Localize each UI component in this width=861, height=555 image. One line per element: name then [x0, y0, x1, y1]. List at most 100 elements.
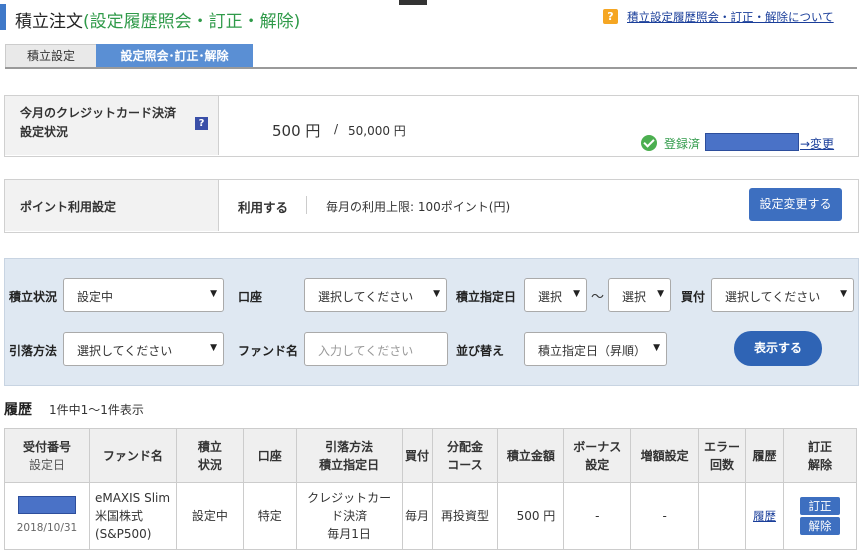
history-count: 1件中1〜1件表示 [49, 403, 144, 417]
date-from-select[interactable]: 選択 ▼ [524, 278, 587, 312]
table-header-row: 受付番号 設定日 ファンド名 積立 状況 口座 引落方法 積立指定日 買付 分配金 コー… [4, 428, 858, 483]
page-title: 積立注文(設定履歴照会・訂正・解除) [15, 7, 300, 32]
account-filter-label: 口座 [238, 290, 263, 304]
status-select[interactable]: 設定中 ▼ [63, 278, 224, 312]
cell-increase: - [630, 482, 700, 550]
sort-select[interactable]: 積立指定日（昇順） ▼ [524, 332, 667, 366]
title-accent-bar [0, 4, 6, 30]
credit-card-label-line1: 今月のクレジットカード決済 [20, 106, 177, 120]
col-status: 積立 状況 [175, 428, 244, 483]
tab-underline [5, 67, 857, 69]
col-error-line2: 回数 [710, 457, 735, 472]
sort-select-value: 積立指定日（昇順） [538, 344, 647, 358]
change-points-button[interactable]: 設定変更する [749, 188, 842, 221]
col-bonus: ボーナス 設定 [563, 428, 632, 483]
col-method-line1: 引落方法 [325, 439, 374, 454]
col-distribution: 分配金 コース [431, 428, 499, 483]
chevron-down-icon: ▼ [657, 289, 664, 299]
account-select[interactable]: 選択してください ▼ [304, 278, 447, 312]
cell-status: 設定中 [175, 482, 244, 550]
cell-history: 履歴 [745, 482, 784, 550]
help-icon: ? [603, 9, 618, 24]
chevron-down-icon: ▼ [210, 289, 217, 299]
show-button[interactable]: 表示する [734, 331, 822, 366]
cell-bonus: - [563, 482, 632, 550]
fund-name-input[interactable]: 入力してください [304, 332, 448, 366]
date-range-tilde: 〜 [591, 290, 605, 305]
col-fund: ファンド名 [88, 428, 177, 483]
points-label: ポイント利用設定 [20, 200, 117, 214]
cell-receipt: 2018/10/31 [4, 482, 90, 550]
col-edit-line2: 解除 [807, 457, 832, 472]
buy-select-value: 選択してください [725, 290, 821, 304]
cell-method: クレジットカー ド決済 毎月1日 [295, 482, 403, 550]
points-use-status: 利用する [238, 200, 289, 215]
cell-error [698, 482, 747, 550]
cell-amount: 500 円 [497, 482, 565, 550]
fund-name-line3: (S&P500) [94, 527, 152, 541]
status-filter-label: 積立状況 [9, 290, 58, 304]
col-bonus-line1: ボーナス [573, 439, 622, 454]
col-amount: 積立金額 [497, 428, 565, 483]
col-status-line1: 積立 [197, 439, 222, 454]
col-bonus-line2: 設定 [585, 457, 610, 472]
redacted-receipt-number [17, 495, 76, 514]
method-line3: 毎月1日 [327, 527, 371, 541]
fund-name-line1: eMAXIS Slim [94, 491, 171, 505]
edit-button[interactable]: 訂正 [799, 497, 840, 515]
page-title-main: 積立注文 [15, 12, 83, 32]
history-title: 履歴 [4, 402, 32, 418]
table-row: 2018/10/31 eMAXIS Slim 米国株式 (S&P500) 設定中… [4, 482, 858, 550]
col-method: 引落方法 積立指定日 [295, 428, 403, 483]
cancel-button[interactable]: 解除 [799, 517, 840, 535]
cell-account: 特定 [242, 482, 297, 550]
col-error: エラー 回数 [698, 428, 747, 483]
chevron-down-icon: ▼ [433, 289, 440, 299]
fund-name-line2: 米国株式 [94, 509, 143, 523]
col-dist-line2: コース [447, 457, 483, 472]
col-error-line1: エラー [704, 439, 741, 454]
chevron-down-icon: ▼ [573, 289, 580, 299]
chevron-down-icon: ▼ [840, 289, 847, 299]
date-filter-label: 積立指定日 [456, 290, 517, 304]
question-icon[interactable]: ? [195, 117, 208, 130]
registration-status: 登録済 [664, 137, 701, 151]
credit-card-label: 今月のクレジットカード決済 設定状況 [20, 104, 176, 142]
fund-name-placeholder: 入力してください [318, 344, 414, 358]
points-divider [306, 196, 307, 214]
tab-tsumitate-settei[interactable]: 積立設定 [5, 44, 97, 68]
col-method-line2: 積立指定日 [319, 457, 380, 472]
date-to-select[interactable]: 選択 ▼ [608, 278, 671, 312]
page-title-sub: (設定履歴照会・訂正・解除) [83, 12, 301, 32]
col-buy: 買付 [401, 428, 433, 483]
amount-separator: / [334, 122, 339, 136]
method-select-value: 選択してください [77, 344, 173, 358]
history-link[interactable]: 履歴 [753, 509, 776, 523]
chevron-down-icon: ▼ [210, 343, 217, 353]
col-setdate-label: 設定日 [28, 457, 65, 472]
buy-select[interactable]: 選択してください ▼ [711, 278, 854, 312]
tab-settei-shokai[interactable]: 設定照会･訂正･解除 [96, 44, 253, 68]
col-dist-line1: 分配金 [446, 439, 483, 454]
top-notch [399, 0, 427, 5]
change-card-link[interactable]: →変更 [800, 135, 834, 152]
check-circle-icon [641, 135, 657, 151]
chevron-down-icon: ▼ [653, 343, 660, 353]
col-receipt-label: 受付番号 [22, 439, 71, 454]
col-receipt: 受付番号 設定日 [4, 428, 90, 483]
col-edit: 訂正 解除 [782, 428, 858, 483]
method-filter-label: 引落方法 [9, 344, 58, 358]
date-to-value: 選択 [622, 290, 647, 304]
help-link[interactable]: 積立設定履歴照会・訂正・解除について [627, 9, 834, 25]
points-monthly-limit: 毎月の利用上限: 100ポイント(円) [326, 200, 511, 214]
col-edit-line1: 訂正 [807, 439, 832, 454]
method-select[interactable]: 選択してください ▼ [63, 332, 224, 366]
col-history: 履歴 [745, 428, 784, 483]
col-increase: 増額設定 [630, 428, 700, 483]
redacted-card-info [705, 133, 799, 151]
date-from-value: 選択 [538, 290, 563, 304]
credit-card-amount: 500 円 [272, 122, 321, 140]
credit-card-label-line2: 設定状況 [20, 125, 69, 139]
cell-buy: 毎月 [401, 482, 433, 550]
history-table: 受付番号 設定日 ファンド名 積立 状況 口座 引落方法 積立指定日 買付 分配金 コー… [4, 428, 858, 550]
